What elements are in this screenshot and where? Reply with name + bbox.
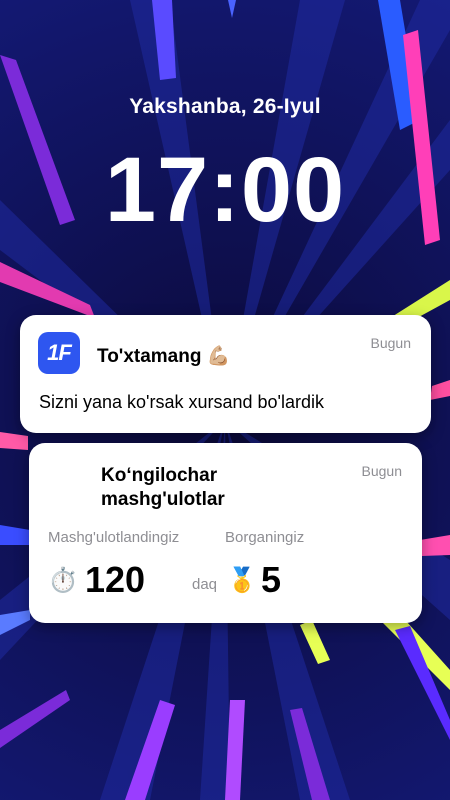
stat-value-visits: 5 — [261, 559, 282, 600]
lockscreen-date: Yakshanba, 26-Iyul — [129, 95, 321, 118]
notification-body: Sizni yana ko'rsak xursand bo'lardik — [39, 392, 325, 412]
widget-title: Ko‘ngilochar mashg'ulotlar — [101, 465, 225, 510]
lockscreen-clock: 17:00 — [104, 139, 346, 241]
app-icon: 1F — [38, 332, 80, 374]
activity-widget[interactable]: Ko‘ngilochar mashg'ulotlar Bugun Mashg'u… — [29, 443, 422, 623]
medal-icon: 🥇 — [227, 567, 257, 594]
stat-label-training: Mashg'ulotlandingiz — [48, 529, 180, 546]
stat-unit-training: daq — [192, 576, 218, 593]
notification-card[interactable]: 1F To'xtamang 💪🏼 Bugun Sizni yana ko'rsa… — [20, 315, 431, 433]
notification-title: To'xtamang 💪🏼 — [97, 346, 231, 367]
notification-time: Bugun — [370, 335, 411, 351]
widget-time: Bugun — [361, 463, 402, 479]
stat-value-training: 120 — [85, 559, 146, 600]
stat-label-visits: Borganingiz — [225, 529, 305, 546]
stopwatch-icon: ⏱️ — [48, 567, 78, 594]
